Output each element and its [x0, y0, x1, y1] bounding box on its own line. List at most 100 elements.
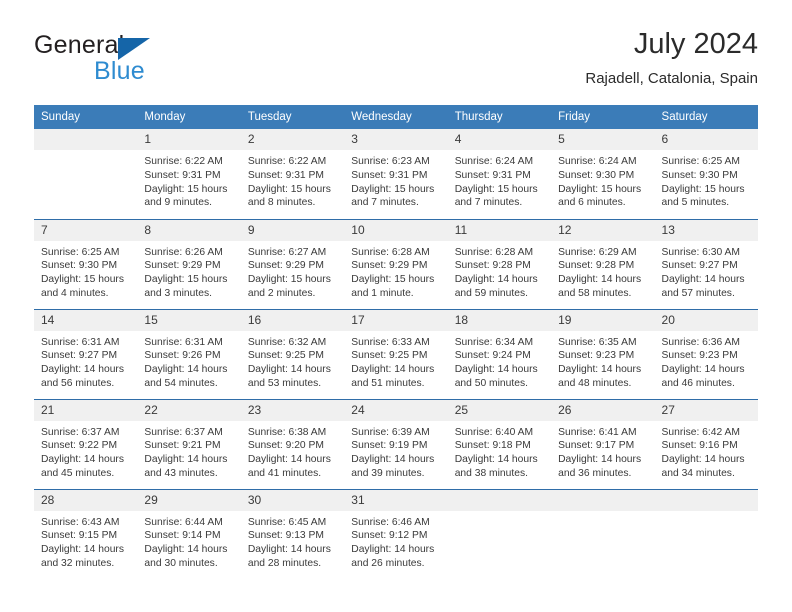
sunset-time: Sunset: 9:13 PM	[247, 530, 324, 542]
day-details: Sunrise: 6:26 AM Sunset: 9:29 PM Daylight:…	[137, 241, 240, 300]
sunset-time: Sunset: 9:14 PM	[144, 530, 221, 542]
calendar-day-cell[interactable]: 20 Sunrise: 6:36 AM Sunset: 9:23 PM Dayligh…	[654, 308, 758, 400]
sunset-time: Sunset: 9:17 PM	[558, 440, 635, 452]
calendar-day-cell[interactable]: 7 Sunrise: 6:25 AM Sunset: 9:30 PM Daylight…	[34, 218, 138, 310]
day-details: Sunrise: 6:22 AM Sunset: 9:31 PM Daylight:…	[241, 150, 344, 209]
weekday-header-saturday: Saturday	[654, 105, 758, 130]
calendar-week-row: 28 Sunrise: 6:43 AM Sunset: 9:15 PM Dayligh…	[34, 488, 758, 580]
calendar-day-cell[interactable]: 22 Sunrise: 6:37 AM Sunset: 9:21 PM Dayligh…	[137, 398, 241, 490]
day-details: Sunrise: 6:25 AM Sunset: 9:30 PM Daylight:…	[34, 241, 137, 300]
day-number: 21	[34, 399, 138, 421]
calendar-day-cell[interactable]: 14 Sunrise: 6:31 AM Sunset: 9:27 PM Dayligh…	[34, 308, 138, 400]
calendar-day-cell[interactable]: 30 Sunrise: 6:45 AM Sunset: 9:13 PM Dayligh…	[240, 488, 345, 580]
calendar-day-cell[interactable]: 24 Sunrise: 6:39 AM Sunset: 9:19 PM Dayligh…	[344, 398, 448, 490]
day-number: 26	[551, 399, 655, 421]
calendar-day-cell[interactable]: 10 Sunrise: 6:28 AM Sunset: 9:29 PM Dayligh…	[344, 218, 448, 310]
sunset-time: Sunset: 9:31 PM	[454, 169, 531, 181]
day-number: 23	[240, 399, 345, 421]
day-details: Sunrise: 6:33 AM Sunset: 9:25 PM Daylight:…	[344, 331, 447, 390]
sunrise-time: Sunrise: 6:22 AM	[247, 156, 327, 168]
daylight-duration-line2: and 48 minutes.	[558, 377, 632, 389]
calendar-day-cell[interactable]: 23 Sunrise: 6:38 AM Sunset: 9:20 PM Dayligh…	[240, 398, 345, 490]
sunrise-time: Sunrise: 6:34 AM	[454, 336, 534, 348]
day-number: 13	[654, 219, 758, 241]
calendar-day-cell[interactable]: 25 Sunrise: 6:40 AM Sunset: 9:18 PM Dayligh…	[447, 398, 552, 490]
calendar-empty-cell	[34, 129, 138, 220]
day-number: 22	[137, 399, 241, 421]
calendar-empty-cell	[551, 488, 655, 580]
sunrise-time: Sunrise: 6:25 AM	[41, 246, 120, 258]
day-number: 8	[137, 219, 241, 241]
day-details: Sunrise: 6:37 AM Sunset: 9:22 PM Daylight:…	[34, 421, 137, 480]
weekday-header-friday: Friday	[551, 105, 655, 130]
calendar-day-cell[interactable]: 29 Sunrise: 6:44 AM Sunset: 9:14 PM Dayligh…	[137, 488, 241, 580]
sunrise-time: Sunrise: 6:28 AM	[351, 246, 430, 258]
calendar-day-cell[interactable]: 27 Sunrise: 6:42 AM Sunset: 9:16 PM Dayligh…	[654, 398, 758, 490]
daylight-duration-line2: and 36 minutes.	[558, 467, 632, 479]
daylight-duration-line2: and 5 minutes.	[661, 197, 730, 209]
day-details: Sunrise: 6:23 AM Sunset: 9:31 PM Daylight:…	[344, 150, 447, 209]
calendar-day-cell[interactable]: 13 Sunrise: 6:30 AM Sunset: 9:27 PM Dayligh…	[654, 218, 758, 310]
weekday-header-sunday: Sunday	[34, 105, 138, 130]
page-header: General Blue July 2024 Rajadell, Catalon…	[34, 0, 758, 87]
daylight-duration-line1: Daylight: 14 hours	[454, 454, 538, 466]
day-number: 3	[344, 129, 448, 151]
sunrise-time: Sunrise: 6:35 AM	[558, 336, 637, 348]
calendar-day-cell[interactable]: 11 Sunrise: 6:28 AM Sunset: 9:28 PM Dayligh…	[447, 218, 552, 310]
calendar-day-cell[interactable]: 5 Sunrise: 6:24 AM Sunset: 9:30 PM Daylight…	[551, 129, 655, 220]
calendar-day-cell[interactable]: 3 Sunrise: 6:23 AM Sunset: 9:31 PM Daylight…	[344, 129, 448, 220]
calendar-day-cell[interactable]: 9 Sunrise: 6:27 AM Sunset: 9:29 PM Daylight…	[240, 218, 345, 310]
daylight-duration-line2: and 7 minutes.	[454, 197, 523, 209]
sunset-time: Sunset: 9:16 PM	[661, 440, 738, 452]
daylight-duration-line2: and 58 minutes.	[558, 287, 632, 299]
calendar-day-cell[interactable]: 2 Sunrise: 6:22 AM Sunset: 9:31 PM Daylight…	[240, 129, 345, 220]
day-details: Sunrise: 6:22 AM Sunset: 9:31 PM Daylight:…	[137, 150, 240, 209]
daylight-duration-line2: and 6 minutes.	[558, 197, 626, 209]
sunrise-time: Sunrise: 6:46 AM	[351, 516, 430, 528]
calendar-body: 1 Sunrise: 6:22 AM Sunset: 9:31 PM Daylight…	[34, 129, 758, 580]
daylight-duration-line1: Daylight: 14 hours	[454, 274, 538, 286]
sunrise-time: Sunrise: 6:37 AM	[144, 426, 223, 438]
day-number: 16	[240, 309, 345, 331]
calendar-day-cell[interactable]: 1 Sunrise: 6:22 AM Sunset: 9:31 PM Daylight…	[137, 129, 241, 220]
calendar-day-cell[interactable]: 6 Sunrise: 6:25 AM Sunset: 9:30 PM Daylight…	[654, 129, 758, 220]
weekday-header-wednesday: Wednesday	[344, 105, 448, 130]
calendar-day-cell[interactable]: 15 Sunrise: 6:31 AM Sunset: 9:26 PM Dayligh…	[137, 308, 241, 400]
calendar-day-cell[interactable]: 18 Sunrise: 6:34 AM Sunset: 9:24 PM Dayligh…	[447, 308, 552, 400]
sunrise-time: Sunrise: 6:28 AM	[454, 246, 534, 258]
brand-logo[interactable]: General Blue	[34, 26, 164, 84]
day-number: 14	[34, 309, 138, 331]
sunset-time: Sunset: 9:15 PM	[41, 530, 118, 542]
sunset-time: Sunset: 9:24 PM	[454, 350, 531, 362]
daylight-duration-line2: and 34 minutes.	[661, 467, 735, 479]
daylight-duration-line2: and 30 minutes.	[144, 557, 218, 569]
day-details: Sunrise: 6:29 AM Sunset: 9:28 PM Daylight:…	[551, 241, 654, 300]
daylight-duration-line1: Daylight: 14 hours	[247, 544, 331, 556]
daylight-duration-line2: and 43 minutes.	[144, 467, 218, 479]
calendar-day-cell[interactable]: 28 Sunrise: 6:43 AM Sunset: 9:15 PM Dayligh…	[34, 488, 138, 580]
calendar-day-cell[interactable]: 8 Sunrise: 6:26 AM Sunset: 9:29 PM Daylight…	[137, 218, 241, 310]
daylight-duration-line2: and 9 minutes.	[144, 197, 212, 209]
calendar-day-cell[interactable]: 31 Sunrise: 6:46 AM Sunset: 9:12 PM Dayligh…	[344, 488, 448, 580]
day-details: Sunrise: 6:27 AM Sunset: 9:29 PM Daylight:…	[241, 241, 344, 300]
day-number: 5	[551, 129, 655, 151]
daylight-duration-line2: and 4 minutes.	[41, 287, 109, 299]
calendar-day-cell[interactable]: 26 Sunrise: 6:41 AM Sunset: 9:17 PM Dayligh…	[551, 398, 655, 490]
calendar-empty-cell	[654, 488, 758, 580]
daylight-duration-line1: Daylight: 14 hours	[351, 544, 435, 556]
daylight-duration-line1: Daylight: 14 hours	[41, 364, 124, 376]
calendar-day-cell[interactable]: 4 Sunrise: 6:24 AM Sunset: 9:31 PM Daylight…	[447, 129, 552, 220]
calendar-day-cell[interactable]: 16 Sunrise: 6:32 AM Sunset: 9:25 PM Dayligh…	[240, 308, 345, 400]
day-details: Sunrise: 6:32 AM Sunset: 9:25 PM Daylight:…	[241, 331, 344, 390]
daylight-duration-line1: Daylight: 14 hours	[661, 274, 745, 286]
daylight-duration-line1: Daylight: 14 hours	[247, 454, 331, 466]
calendar-day-cell[interactable]: 19 Sunrise: 6:35 AM Sunset: 9:23 PM Dayligh…	[551, 308, 655, 400]
day-number: 10	[344, 219, 448, 241]
calendar-day-cell[interactable]: 12 Sunrise: 6:29 AM Sunset: 9:28 PM Dayligh…	[551, 218, 655, 310]
page-subtitle: Rajadell, Catalonia, Spain	[585, 70, 758, 88]
daylight-duration-line2: and 7 minutes.	[351, 197, 419, 209]
daylight-duration-line1: Daylight: 15 hours	[247, 183, 331, 195]
calendar-day-cell[interactable]: 21 Sunrise: 6:37 AM Sunset: 9:22 PM Dayligh…	[34, 398, 138, 490]
day-details: Sunrise: 6:43 AM Sunset: 9:15 PM Daylight:…	[34, 511, 137, 570]
calendar-day-cell[interactable]: 17 Sunrise: 6:33 AM Sunset: 9:25 PM Dayligh…	[344, 308, 448, 400]
